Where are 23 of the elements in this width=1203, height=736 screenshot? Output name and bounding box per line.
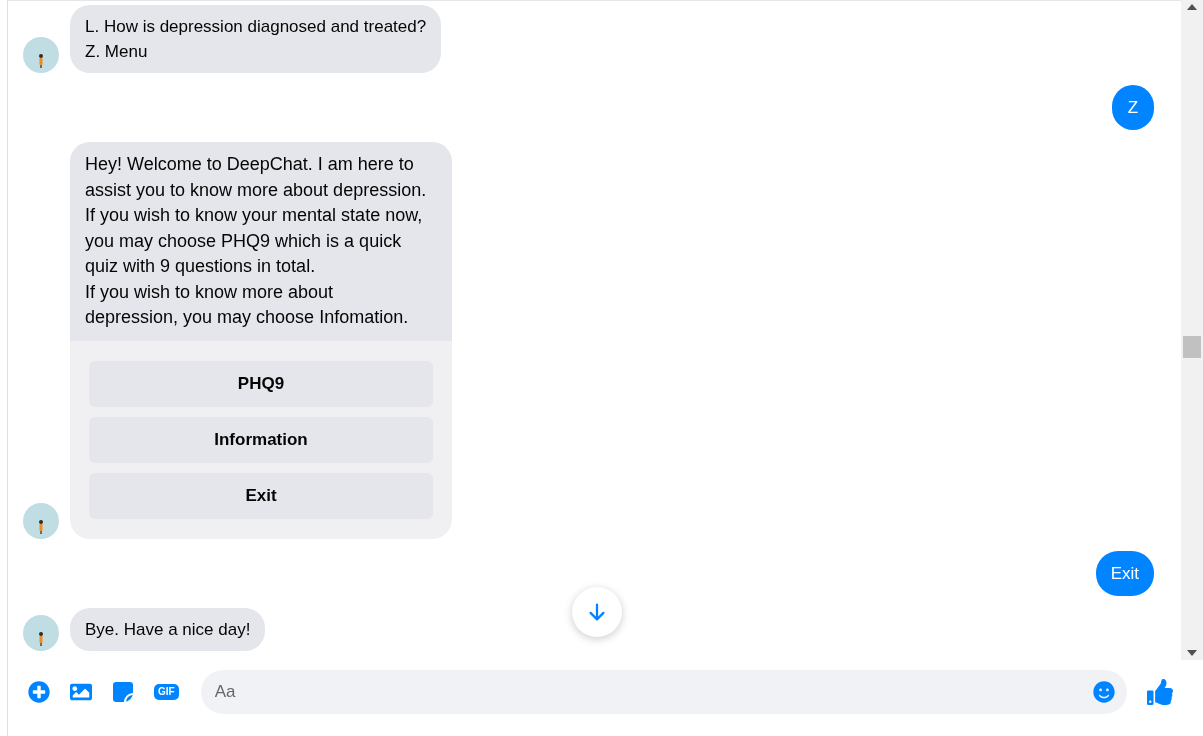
like-icon[interactable] xyxy=(1147,679,1173,705)
message-bubble: Bye. Have a nice day! xyxy=(70,607,266,651)
quick-reply-button[interactable]: Information xyxy=(89,416,433,463)
message-input[interactable]: Aa xyxy=(200,670,1127,714)
scroll-down-button[interactable] xyxy=(572,587,622,637)
sticker-icon[interactable] xyxy=(112,681,134,703)
add-icon[interactable] xyxy=(28,681,50,703)
avatar-icon xyxy=(23,614,59,651)
message-bubble: Z xyxy=(1112,85,1154,130)
emoji-icon[interactable] xyxy=(1093,681,1115,703)
message-bubble: Exit xyxy=(1095,550,1154,596)
avatar-icon xyxy=(23,502,59,539)
scroll-up-icon[interactable] xyxy=(1187,4,1197,10)
gif-icon[interactable]: GIF xyxy=(154,684,179,700)
image-icon[interactable] xyxy=(70,681,92,703)
scroll-down-icon[interactable] xyxy=(1187,650,1197,656)
avatar-icon xyxy=(23,37,59,73)
scrollbar-track[interactable] xyxy=(1181,0,1203,660)
message-bubble: L. How is depression diagnosed and treated? Z. Menu xyxy=(70,5,442,73)
quick-reply-button[interactable]: Exit xyxy=(89,472,433,519)
scrollbar-thumb[interactable] xyxy=(1183,336,1201,358)
message-text: Hey! Welcome to DeepChat. I am here to assist you to know more about depression. If you wish to know your mental state now, you may choose PHQ9 which is a quick quiz with 9 questions in total. If you wish to know more about depression, you may choose Infomation. xyxy=(70,142,452,341)
quick-reply-button[interactable]: PHQ9 xyxy=(89,360,433,407)
